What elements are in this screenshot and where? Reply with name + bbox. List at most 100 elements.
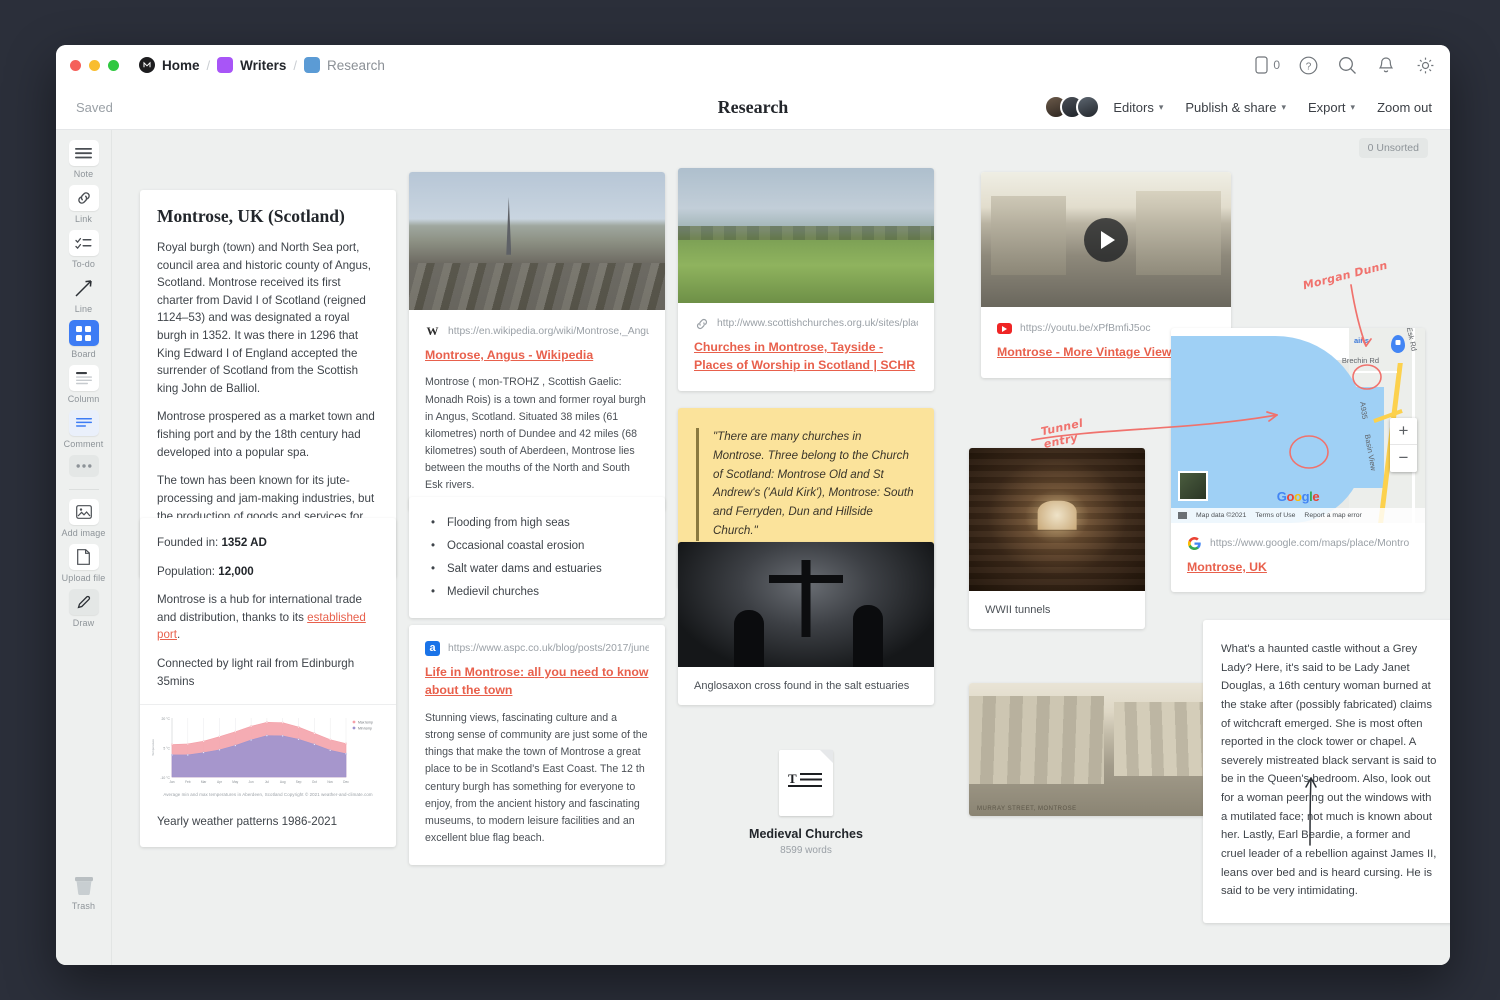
device-count-value: 0	[1273, 58, 1280, 72]
bullet-list: Flooding from high seas Occasional coast…	[425, 517, 649, 598]
founded-row: Founded in: 1352 AD	[157, 534, 379, 552]
map-pin[interactable]	[1391, 335, 1405, 353]
chart-credit: Average min and max temperatures in Aber…	[148, 792, 388, 797]
card-bullets[interactable]: Flooding from high seas Occasional coast…	[409, 497, 665, 618]
youtube-icon	[997, 321, 1012, 336]
map-link-title[interactable]: Montrose, UK	[1187, 560, 1267, 574]
map-zoom-controls[interactable]: + −	[1390, 418, 1417, 472]
minimize-window-button[interactable]	[89, 60, 100, 71]
card-ghost-note[interactable]: What's a haunted castle without a Grey L…	[1203, 620, 1450, 923]
list-item: Salt water dams and estuaries	[425, 563, 649, 575]
card-street-photo[interactable]: MURRAY STREET, MONTROSE	[969, 683, 1219, 816]
map-street-view-thumbnail[interactable]	[1178, 471, 1208, 501]
map-zoom-out-button[interactable]: −	[1390, 445, 1417, 472]
svg-text:Temperature: Temperature	[151, 739, 155, 756]
card-wikipedia[interactable]: W https://en.wikipedia.org/wiki/Montrose…	[409, 172, 665, 511]
device-count[interactable]: 0	[1255, 56, 1280, 74]
zoom-out-button[interactable]: Zoom out	[1377, 100, 1432, 115]
link-url: http://www.scottishchurches.org.uk/sites…	[717, 318, 918, 329]
youtube-link-title[interactable]: Montrose - More Vintage Views	[997, 345, 1178, 359]
board-canvas[interactable]: 0 Unsorted Montrose, UK (Scotland) Royal…	[112, 130, 1450, 965]
unsorted-badge[interactable]: 0 Unsorted	[1359, 138, 1428, 158]
breadcrumb-item-writers[interactable]: Writers	[217, 57, 286, 73]
annotation-tunnel-entry[interactable]: Tunnel entry	[1040, 414, 1104, 451]
sidebar-label-upload-file: Upload file	[62, 573, 106, 583]
editors-menu[interactable]: Editors ▾	[1044, 95, 1163, 119]
gear-icon[interactable]	[1414, 54, 1436, 76]
link-url: https://youtu.be/xPfBmfiJ5oc	[1020, 323, 1151, 334]
desktop-background: Home / Writers / Research 0 ?	[0, 0, 1500, 1000]
sidebar-item-todo[interactable]: To-do	[60, 230, 108, 269]
map-report-link[interactable]: Report a map error	[1304, 512, 1361, 519]
figure-silhouette	[734, 610, 764, 668]
file-word-count: 8599 words	[678, 845, 934, 856]
search-icon[interactable]	[1336, 54, 1358, 76]
card-aspc[interactable]: a https://www.aspc.co.uk/blog/posts/2017…	[409, 625, 665, 865]
bell-icon[interactable]	[1375, 54, 1397, 76]
play-icon[interactable]	[1084, 218, 1128, 262]
wikipedia-snippet: Montrose ( mon-TROHZ , Scottish Gaelic: …	[425, 374, 649, 494]
publish-share-menu[interactable]: Publish & share ▾	[1185, 100, 1286, 115]
aspc-link-title[interactable]: Life in Montrose: all you need to know a…	[425, 665, 648, 697]
svg-text:T: T	[788, 771, 797, 786]
device-icon	[1255, 56, 1268, 74]
window-titlebar: Home / Writers / Research 0 ?	[56, 45, 1450, 85]
photo-embedded-caption: MURRAY STREET, MONTROSE	[977, 806, 1077, 812]
avatar-group	[1044, 95, 1100, 119]
zoom-out-label: Zoom out	[1377, 100, 1432, 115]
titlebar-actions: 0 ?	[1255, 45, 1436, 85]
list-item: Flooding from high seas	[425, 517, 649, 529]
sidebar-item-add-image[interactable]: Add image	[60, 499, 108, 538]
map-terms-link[interactable]: Terms of Use	[1255, 512, 1295, 519]
wikipedia-link-title[interactable]: Montrose, Angus - Wikipedia	[425, 348, 593, 362]
sidebar-item-line[interactable]: Line	[60, 275, 108, 314]
aspc-snippet: Stunning views, fascinating culture and …	[425, 710, 649, 847]
card-tunnels[interactable]: WWII tunnels	[969, 448, 1145, 629]
card-google-map[interactable]: map ains Brechin Rd N Esk Rd A935 Basin …	[1171, 328, 1425, 592]
sidebar-item-upload-file[interactable]: Upload file	[60, 544, 108, 583]
window-controls[interactable]	[70, 60, 119, 71]
folder-swatch-icon	[217, 57, 233, 73]
sidebar-item-comment[interactable]: Comment	[60, 410, 108, 449]
sidebar-item-board[interactable]: Board	[60, 320, 108, 359]
sidebar-item-note[interactable]: Note	[60, 140, 108, 179]
svg-text:Nov: Nov	[327, 780, 333, 784]
close-window-button[interactable]	[70, 60, 81, 71]
help-icon[interactable]: ?	[1297, 54, 1319, 76]
breadcrumb-item-research[interactable]: Research	[304, 57, 385, 73]
window-body: Note Link To-do Line	[56, 130, 1450, 965]
annotation-morgan-dunn[interactable]: Morgan Dunn	[1302, 260, 1389, 293]
sidebar-label-link: Link	[75, 214, 92, 224]
map-zoom-in-button[interactable]: +	[1390, 418, 1417, 445]
vintage-street-photo: MURRAY STREET, MONTROSE	[969, 683, 1219, 816]
wikipedia-icon: W	[425, 324, 440, 339]
map-label: Brechin Rd	[1342, 356, 1379, 365]
maximize-window-button[interactable]	[108, 60, 119, 71]
export-label: Export	[1308, 100, 1346, 115]
sidebar-label-note: Note	[74, 169, 93, 179]
svg-text:5 °C: 5 °C	[163, 747, 170, 751]
card-cross-image[interactable]: Anglosaxon cross found in the salt estua…	[678, 542, 934, 705]
file-medieval-churches[interactable]: T Medieval Churches 8599 words	[678, 750, 934, 856]
card-facts-note[interactable]: Founded in: 1352 AD Population: 12,000 M…	[140, 518, 396, 847]
image-caption: Anglosaxon cross found in the salt estua…	[678, 667, 934, 705]
sidebar-item-draw[interactable]: Draw	[60, 589, 108, 628]
list-item: Occasional coastal erosion	[425, 540, 649, 552]
breadcrumb-item-home[interactable]: Home	[139, 57, 200, 73]
sidebar-item-trash[interactable]: Trash	[56, 872, 111, 911]
svg-text:Jul: Jul	[265, 780, 269, 784]
cross-shape	[802, 560, 811, 638]
google-map-embed[interactable]: map ains Brechin Rd N Esk Rd A935 Basin …	[1171, 328, 1425, 523]
sidebar-item-more[interactable]	[60, 455, 108, 477]
app-logo-icon	[139, 57, 155, 73]
sidebar-item-link[interactable]: Link	[60, 185, 108, 224]
sidebar-label-add-image: Add image	[62, 528, 106, 538]
churches-link-title[interactable]: Churches in Montrose, Tayside - Places o…	[694, 340, 915, 372]
card-churches-link[interactable]: http://www.scottishchurches.org.uk/sites…	[678, 168, 934, 391]
founded-value: 1352 AD	[221, 536, 266, 549]
map-footer: Map data ©2021 Terms of Use Report a map…	[1171, 508, 1425, 523]
sidebar-item-column[interactable]: Column	[60, 365, 108, 404]
export-menu[interactable]: Export ▾	[1308, 100, 1355, 115]
chart-caption: Yearly weather patterns 1986-2021	[157, 813, 379, 831]
breadcrumb-label-research: Research	[327, 58, 385, 73]
